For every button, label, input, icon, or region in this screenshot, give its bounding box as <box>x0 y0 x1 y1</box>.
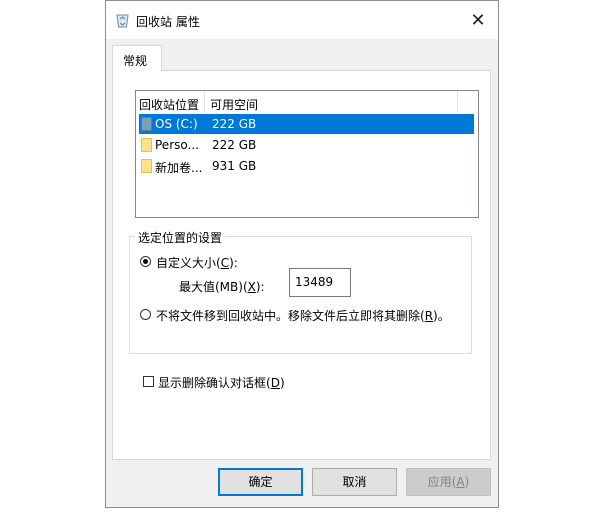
no-recycle-label[interactable]: 不将文件移到回收站中。移除文件后立即将其删除(R)。 <box>156 307 450 324</box>
folder-icon <box>141 138 152 152</box>
max-size-mnemonic: X <box>247 280 256 294</box>
folder-icon <box>141 159 152 173</box>
max-size-suffix: ): <box>255 280 265 294</box>
cancel-button[interactable]: 取消 <box>312 468 397 496</box>
confirm-delete-mnemonic: D <box>270 376 280 390</box>
free-space-value: 222 GB <box>212 138 257 152</box>
recycle-bin-properties-dialog: 回收站 属性 ✕ 常规 回收站位置 可用空间 OS (C:) 222 GB Pe… <box>105 0 499 508</box>
close-button[interactable]: ✕ <box>458 1 498 39</box>
apply-button[interactable]: 应用(A) <box>406 468 491 496</box>
close-icon: ✕ <box>470 9 486 31</box>
max-size-text: 最大值(MB)( <box>179 280 248 294</box>
column-header-free-space[interactable]: 可用空间 <box>210 96 258 113</box>
confirm-delete-suffix: ) <box>279 376 285 390</box>
no-recycle-mnemonic: R <box>424 309 434 323</box>
selected-location-settings-group: 选定位置的设置 自定义大小(C): 最大值(MB)(X): 13489 不将文件… <box>129 229 472 354</box>
free-space-value: 222 GB <box>212 117 257 131</box>
location-name: OS (C:) <box>155 117 198 131</box>
recycle-bin-icon <box>116 14 129 28</box>
list-header: 回收站位置 可用空间 <box>136 91 478 113</box>
apply-text: 应用( <box>427 475 457 489</box>
general-tab-panel: 回收站位置 可用空间 OS (C:) 222 GB Perso... 222 G… <box>112 70 491 460</box>
column-header-location[interactable]: 回收站位置 <box>139 96 199 113</box>
confirm-delete-checkbox[interactable] <box>143 376 154 387</box>
custom-size-suffix: ): <box>229 256 238 270</box>
custom-size-label[interactable]: 自定义大小(C): <box>156 254 238 271</box>
custom-size-text: 自定义大小( <box>156 256 221 270</box>
tab-general[interactable]: 常规 <box>112 45 162 71</box>
custom-size-radio[interactable] <box>140 256 151 267</box>
confirm-delete-text: 显示删除确认对话框( <box>158 376 271 390</box>
custom-size-mnemonic: C <box>220 256 230 270</box>
apply-suffix: ) <box>464 475 470 489</box>
title-bar[interactable]: 回收站 属性 ✕ <box>106 1 498 39</box>
window-title: 回收站 属性 <box>136 15 200 29</box>
confirm-delete-label[interactable]: 显示删除确认对话框(D) <box>158 374 285 391</box>
recycle-bin-location-list[interactable]: 回收站位置 可用空间 OS (C:) 222 GB Perso... 222 G… <box>135 90 479 218</box>
max-size-input[interactable]: 13489 <box>289 268 351 297</box>
list-item[interactable]: Perso... 222 GB <box>139 135 474 155</box>
no-recycle-text: 不将文件移到回收站中。移除文件后立即将其删除( <box>156 309 425 323</box>
column-divider[interactable] <box>204 91 205 113</box>
list-item[interactable]: OS (C:) 222 GB <box>139 114 474 134</box>
location-name: 新加卷... <box>155 161 203 175</box>
location-name: Perso... <box>155 138 199 152</box>
group-title: 选定位置的设置 <box>135 229 226 246</box>
free-space-value: 931 GB <box>212 159 257 173</box>
column-divider[interactable] <box>457 91 458 113</box>
max-size-label: 最大值(MB)(X): <box>179 278 265 295</box>
list-item[interactable]: 新加卷... 931 GB <box>139 156 474 176</box>
no-recycle-suffix: )。 <box>433 309 450 323</box>
tab-general-label: 常规 <box>123 54 148 68</box>
drive-icon <box>141 117 152 131</box>
no-recycle-radio[interactable] <box>140 309 151 320</box>
ok-button[interactable]: 确定 <box>218 468 303 496</box>
apply-mnemonic: A <box>456 475 465 489</box>
